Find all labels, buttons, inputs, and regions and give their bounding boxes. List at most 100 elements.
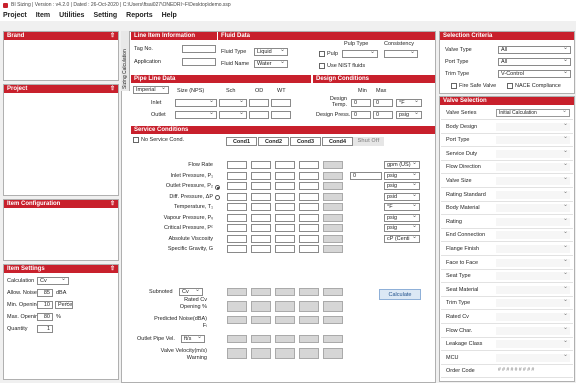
menu-item[interactable]: Help bbox=[162, 12, 177, 19]
valve-type-select[interactable]: All bbox=[498, 46, 571, 54]
unit-select[interactable]: psig bbox=[384, 182, 420, 190]
application-input[interactable] bbox=[182, 58, 216, 66]
design-temp-max[interactable]: 0 bbox=[373, 99, 393, 107]
service-cell[interactable] bbox=[227, 192, 247, 201]
unit-select[interactable]: psig bbox=[384, 171, 420, 180]
service-cell[interactable] bbox=[227, 161, 247, 169]
valve-prop-select[interactable]: # # # # # # # # # bbox=[496, 367, 570, 375]
valve-prop-select[interactable] bbox=[496, 270, 570, 281]
valve-prop-select[interactable] bbox=[496, 338, 570, 349]
service-cell[interactable] bbox=[275, 171, 295, 180]
service-cell[interactable] bbox=[275, 213, 295, 222]
fire-safe-checkbox[interactable] bbox=[451, 83, 457, 89]
valve-prop-select[interactable] bbox=[496, 202, 570, 213]
service-cell[interactable] bbox=[251, 224, 271, 232]
service-cell[interactable] bbox=[251, 213, 271, 222]
inlet-size-select[interactable] bbox=[175, 99, 217, 107]
collapse-icon[interactable]: ⇧ bbox=[110, 200, 115, 208]
menu-item[interactable]: Setting bbox=[93, 12, 117, 19]
pulp-checkbox[interactable] bbox=[319, 51, 325, 57]
valve-prop-select[interactable] bbox=[496, 216, 570, 226]
diff-pressure-radio[interactable] bbox=[215, 195, 220, 200]
condition-tab[interactable]: Shut Off bbox=[353, 137, 384, 146]
calculation-select[interactable]: Cv bbox=[37, 277, 69, 285]
service-cell[interactable] bbox=[227, 203, 247, 211]
valve-prop-select[interactable] bbox=[496, 121, 570, 131]
condition-tab[interactable]: Cond1 bbox=[226, 137, 257, 146]
service-cell[interactable] bbox=[275, 182, 295, 190]
valve-prop-select[interactable] bbox=[496, 134, 570, 145]
collapse-icon[interactable]: ⇧ bbox=[110, 265, 115, 273]
service-cell[interactable] bbox=[299, 213, 319, 222]
service-cell[interactable] bbox=[275, 224, 295, 232]
fluid-name-select[interactable]: Water bbox=[254, 60, 288, 68]
calculate-button[interactable]: Calculate bbox=[379, 289, 421, 300]
port-type-select[interactable]: All bbox=[498, 58, 571, 66]
service-cell[interactable] bbox=[275, 192, 295, 201]
menu-item[interactable]: Item bbox=[36, 12, 50, 19]
valve-prop-select[interactable] bbox=[496, 148, 570, 158]
max-opening-input[interactable]: 80 bbox=[37, 313, 53, 321]
min-opening-input[interactable]: 10 bbox=[37, 301, 53, 309]
service-cell[interactable] bbox=[227, 224, 247, 232]
valve-prop-select[interactable] bbox=[496, 243, 570, 253]
allow-noise-input[interactable]: 85 bbox=[37, 289, 53, 297]
no-service-checkbox[interactable] bbox=[133, 137, 139, 143]
service-cell[interactable] bbox=[227, 245, 247, 253]
service-cell[interactable] bbox=[299, 224, 319, 232]
unit-select[interactable]: psig bbox=[384, 224, 420, 232]
pulp-type-select[interactable] bbox=[342, 50, 378, 58]
outlet-wt-input[interactable] bbox=[271, 111, 291, 119]
fluid-type-select[interactable]: Liquid bbox=[254, 48, 288, 56]
condition-tab[interactable]: Cond4 bbox=[322, 137, 353, 146]
unit-system-select[interactable]: Imperial bbox=[133, 86, 169, 94]
valve-prop-select[interactable] bbox=[496, 352, 570, 362]
service-cell[interactable] bbox=[251, 161, 271, 169]
service-cell[interactable] bbox=[299, 203, 319, 211]
service-cell[interactable] bbox=[227, 182, 247, 190]
nist-checkbox[interactable] bbox=[319, 63, 325, 69]
subnoted-select[interactable]: Cv bbox=[179, 288, 203, 296]
service-cell[interactable] bbox=[299, 192, 319, 201]
outlet-vel-unit-select[interactable]: ft/s bbox=[181, 335, 205, 343]
service-cell[interactable] bbox=[275, 234, 295, 243]
design-press-max[interactable]: 0 bbox=[373, 111, 393, 119]
menu-item[interactable]: Project bbox=[3, 12, 27, 19]
service-cell[interactable] bbox=[251, 203, 271, 211]
service-cell[interactable] bbox=[275, 245, 295, 253]
service-cell[interactable] bbox=[299, 182, 319, 190]
collapse-icon[interactable]: ⇧ bbox=[110, 32, 115, 40]
service-cell[interactable] bbox=[299, 245, 319, 253]
condition-tab[interactable]: Cond2 bbox=[258, 137, 289, 146]
unit-select[interactable]: °F bbox=[384, 203, 420, 211]
condition-tab[interactable]: Cond3 bbox=[290, 137, 321, 146]
service-cell[interactable] bbox=[251, 245, 271, 253]
service-cell[interactable] bbox=[275, 161, 295, 169]
service-cell[interactable] bbox=[251, 234, 271, 243]
inlet-od-input[interactable] bbox=[249, 99, 269, 107]
service-cell[interactable] bbox=[227, 171, 247, 180]
collapse-icon[interactable]: ⇧ bbox=[110, 85, 115, 93]
service-cell[interactable] bbox=[299, 234, 319, 243]
unit-select[interactable]: cP (Centi bbox=[384, 234, 420, 243]
unit-select[interactable]: gpm (US) bbox=[384, 161, 420, 169]
service-cell[interactable] bbox=[227, 234, 247, 243]
valve-prop-select[interactable] bbox=[496, 311, 570, 321]
service-cell[interactable] bbox=[275, 203, 295, 211]
service-cell[interactable] bbox=[299, 161, 319, 169]
valve-prop-select[interactable] bbox=[496, 189, 570, 199]
outlet-sch-select[interactable] bbox=[219, 111, 247, 119]
service-cell[interactable] bbox=[251, 182, 271, 190]
valve-prop-select[interactable] bbox=[496, 284, 570, 294]
valve-prop-select[interactable] bbox=[496, 297, 570, 308]
trim-type-select[interactable]: V-Control bbox=[498, 70, 571, 78]
valve-prop-select[interactable] bbox=[496, 161, 570, 172]
sizing-vertical-tab[interactable]: Sizing Calculation bbox=[121, 31, 130, 91]
unit-select[interactable]: psig bbox=[384, 213, 420, 222]
valve-prop-select[interactable] bbox=[496, 175, 570, 185]
design-temp-unit[interactable]: °F bbox=[396, 99, 422, 107]
outlet-od-input[interactable] bbox=[249, 111, 269, 119]
design-temp-min[interactable]: 0 bbox=[351, 99, 371, 107]
outlet-pressure-radio[interactable] bbox=[215, 185, 220, 190]
service-cell[interactable] bbox=[227, 213, 247, 222]
